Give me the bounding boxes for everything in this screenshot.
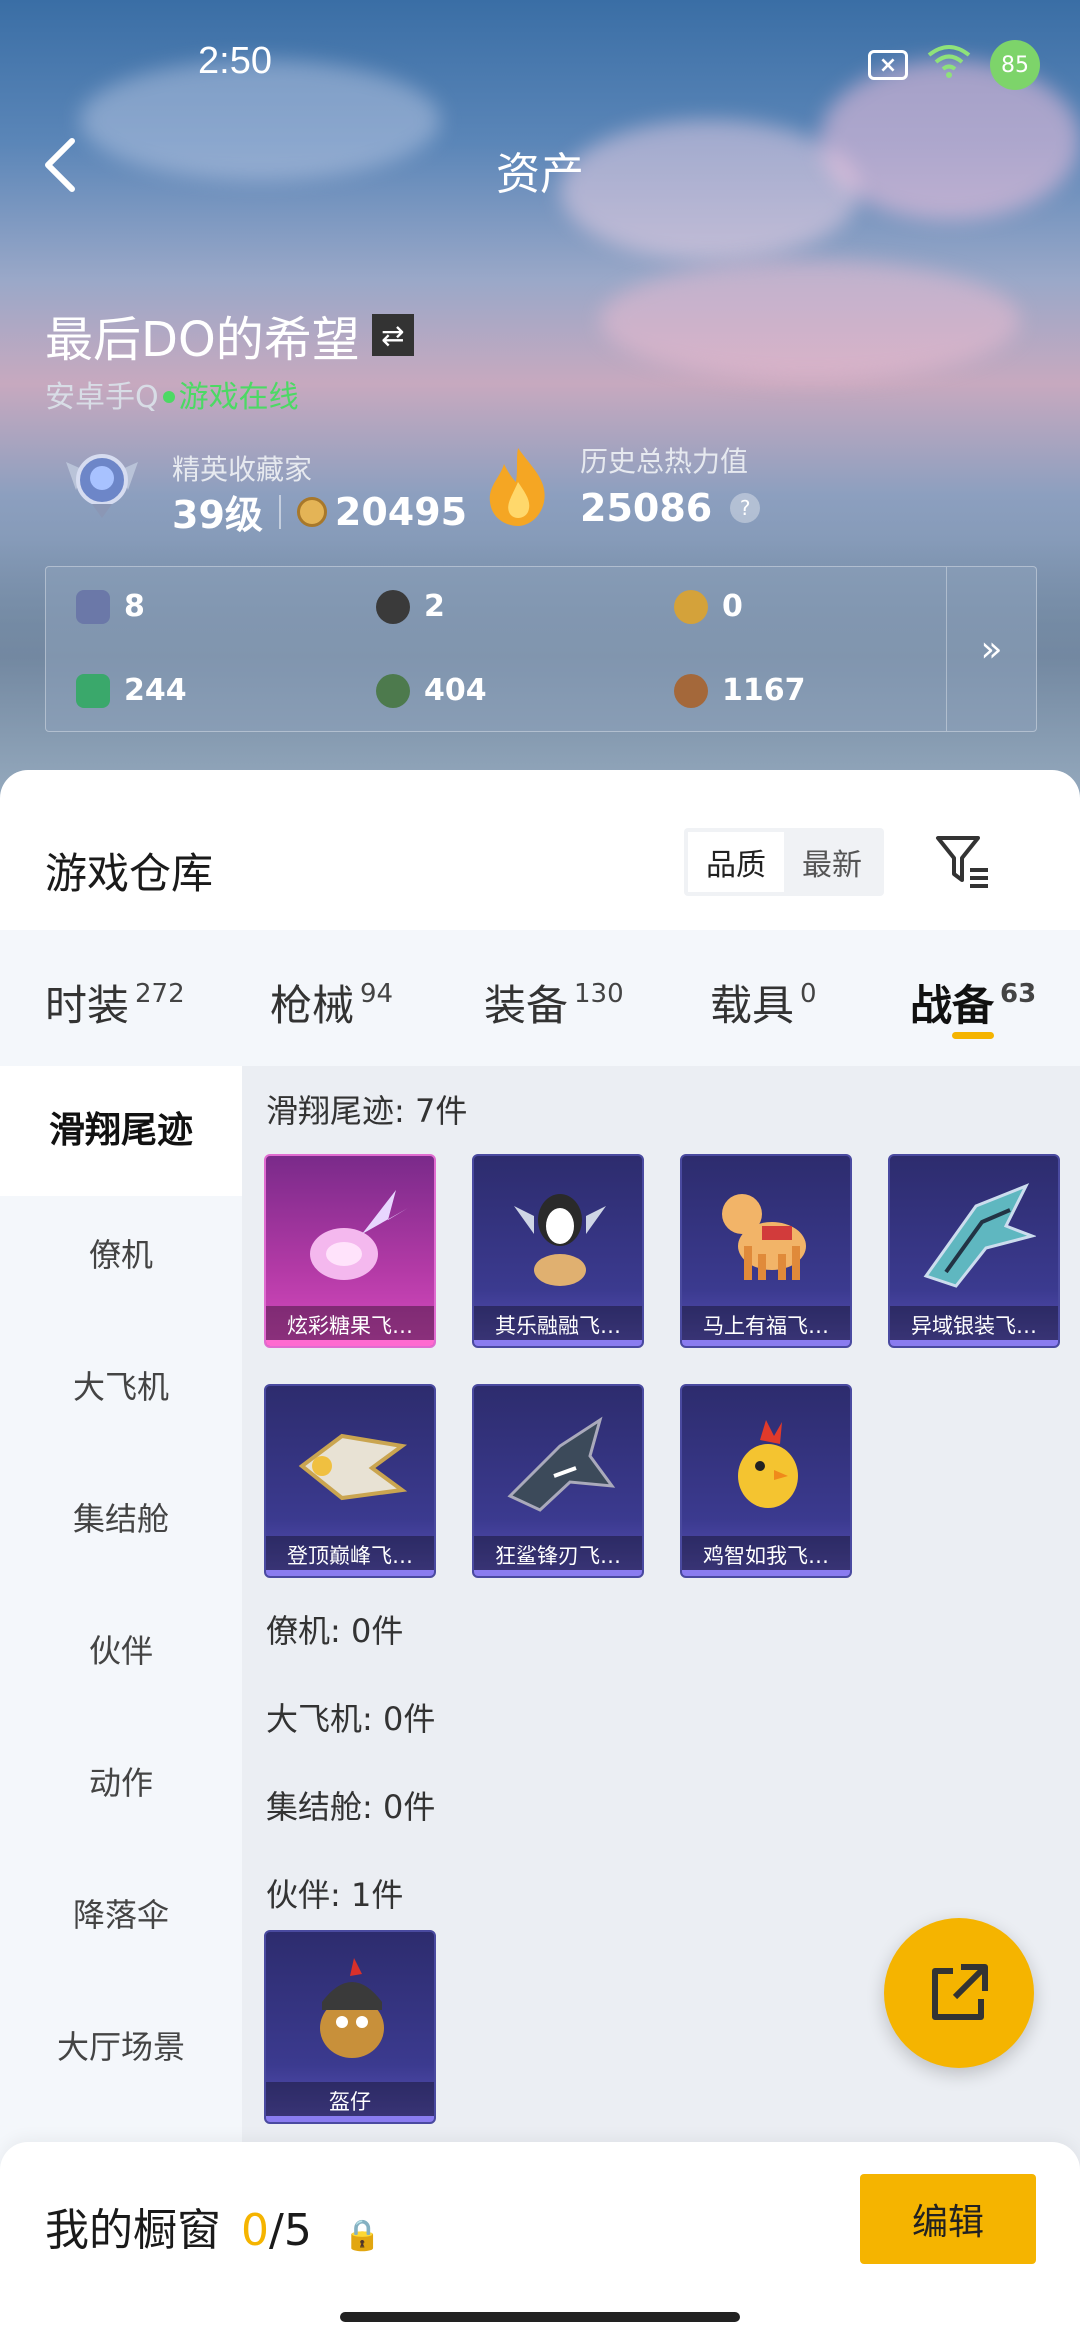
- category-tabs: 时装 272 枪械 94 装备 130 载具 0 战备 63: [0, 930, 1080, 1066]
- battery-indicator: 85: [990, 40, 1040, 90]
- item-card[interactable]: 鸡智如我飞…: [680, 1384, 852, 1578]
- heat-label: 历史总热力值: [580, 445, 749, 478]
- tab-equipment[interactable]: 装备 130: [484, 972, 624, 1033]
- expand-currencies-button[interactable]: »: [946, 567, 1036, 731]
- collector-medal-icon: [66, 454, 138, 518]
- flame-icon: [489, 448, 545, 526]
- online-dot-icon: [162, 390, 175, 403]
- orb-icon: [376, 673, 410, 708]
- helmet-chick-icon: [320, 1958, 384, 2058]
- section-wingman: 僚机: 0件: [266, 1612, 404, 1650]
- currency-item: 1167: [674, 673, 806, 708]
- heat-stats: 25086 ?: [580, 486, 761, 530]
- username: 最后DO的希望 ⇄: [45, 300, 414, 370]
- lock-icon: 🔒: [343, 2218, 382, 2253]
- clock: 2:50: [198, 40, 272, 82]
- tab-battle-prep[interactable]: 战备 63: [910, 972, 1036, 1033]
- sim-off-icon: ×: [868, 50, 908, 80]
- collector-coin-icon: [296, 496, 327, 527]
- tab-indicator: [952, 1032, 994, 1039]
- tab-fashion[interactable]: 时装 272: [45, 972, 185, 1033]
- item-card[interactable]: 异域银装飞…: [888, 1154, 1060, 1348]
- tab-firearms[interactable]: 枪械 94: [270, 972, 393, 1033]
- section-glide: 滑翔尾迹: 7件: [266, 1092, 468, 1130]
- status-bar: 2:50 × 85: [0, 40, 1080, 90]
- switch-account-icon[interactable]: ⇄: [371, 314, 414, 356]
- tab-vehicles[interactable]: 载具 0: [710, 972, 817, 1033]
- shell-icon: [674, 673, 708, 708]
- side-item-wingman[interactable]: 僚机: [0, 1230, 242, 1276]
- side-item-capsule[interactable]: 集结舱: [0, 1494, 242, 1540]
- item-card[interactable]: 其乐融融飞…: [472, 1154, 644, 1348]
- home-indicator: [340, 2312, 740, 2322]
- currency-item: 8: [76, 589, 145, 624]
- collector-level: 39级: [172, 493, 263, 537]
- platform-label: 安卓手Q: [45, 380, 159, 415]
- sort-toggle: 品质 最新: [684, 828, 884, 896]
- edit-button[interactable]: 编辑: [860, 2174, 1036, 2264]
- filter-icon[interactable]: [934, 832, 990, 892]
- warehouse-sheet: 游戏仓库 品质 最新 时装 272 枪械 94 装备 130 载具 0 战备 63 滑翔尾…: [0, 770, 1080, 2340]
- collector-points: 20495: [334, 489, 468, 534]
- collector-label: 精英收藏家: [172, 453, 313, 486]
- currency-item: 0: [674, 589, 743, 624]
- collector-stats: 39级 20495: [172, 484, 467, 539]
- showcase-label-row: 我的橱窗 0/5 🔒: [45, 2194, 381, 2258]
- side-item-big-plane[interactable]: 大飞机: [0, 1362, 242, 1408]
- online-status: 游戏在线: [178, 380, 299, 415]
- sort-newest-button[interactable]: 最新: [784, 832, 880, 892]
- currency-item: 404: [376, 673, 487, 708]
- item-card[interactable]: 炫彩糖果飞…: [264, 1154, 436, 1348]
- candy-trail-icon: [310, 1190, 408, 1280]
- profile-header: 2:50 × 85 资产 最后DO的希望 ⇄ 安卓手Q 游戏在线 精英收藏家 39…: [0, 0, 1080, 800]
- side-item-lobby-scene[interactable]: 大厅场景: [0, 2022, 242, 2068]
- jet-trail-icon: [298, 1433, 408, 1501]
- silver-wing-trail-icon: [923, 1183, 1036, 1288]
- side-item-parachute[interactable]: 降落伞: [0, 1890, 242, 1936]
- item-card[interactable]: 盔仔: [264, 1930, 436, 2124]
- currency-item: 2: [376, 589, 445, 624]
- share-button[interactable]: [884, 1918, 1034, 2068]
- account-line: 安卓手Q 游戏在线: [45, 372, 299, 416]
- item-card[interactable]: 狂鲨锋刃飞…: [472, 1384, 644, 1578]
- item-card[interactable]: 登顶巅峰飞…: [264, 1384, 436, 1578]
- side-item-glide-trail[interactable]: 滑翔尾迹: [0, 1066, 242, 1196]
- showcase-label: 我的橱窗: [45, 2205, 221, 2256]
- currency-item: 244: [76, 673, 187, 708]
- gold-coin-icon: [674, 589, 708, 624]
- green-card-icon: [76, 673, 110, 708]
- side-item-partner[interactable]: 伙伴: [0, 1626, 242, 1672]
- side-item-emote[interactable]: 动作: [0, 1758, 242, 1804]
- username-text: 最后DO的希望: [45, 312, 360, 368]
- penguin-trail-icon: [514, 1194, 606, 1286]
- showcase-bar: 我的橱窗 0/5 🔒 编辑: [0, 2142, 1080, 2340]
- warehouse-title: 游戏仓库: [45, 849, 214, 898]
- currency-panel: 8 2 0 244 404 1167 »: [45, 566, 1037, 732]
- token-icon: [376, 589, 410, 624]
- card-icon: [76, 589, 110, 624]
- horse-trail-icon: [722, 1194, 806, 1280]
- item-card[interactable]: 马上有福飞…: [680, 1154, 852, 1348]
- page-title: 资产: [496, 149, 584, 200]
- section-big-plane: 大飞机: 0件: [266, 1700, 436, 1738]
- help-icon[interactable]: ?: [730, 493, 761, 523]
- showcase-count: 0/5: [241, 2205, 312, 2256]
- section-capsule: 集结舱: 0件: [266, 1788, 436, 1826]
- chicken-trail-icon: [738, 1420, 798, 1508]
- shark-trail-icon: [507, 1416, 616, 1512]
- wifi-icon: [926, 43, 972, 88]
- heat-value: 25086: [580, 486, 713, 530]
- sort-quality-button[interactable]: 品质: [688, 832, 784, 892]
- section-partner: 伙伴: 1件: [266, 1876, 404, 1914]
